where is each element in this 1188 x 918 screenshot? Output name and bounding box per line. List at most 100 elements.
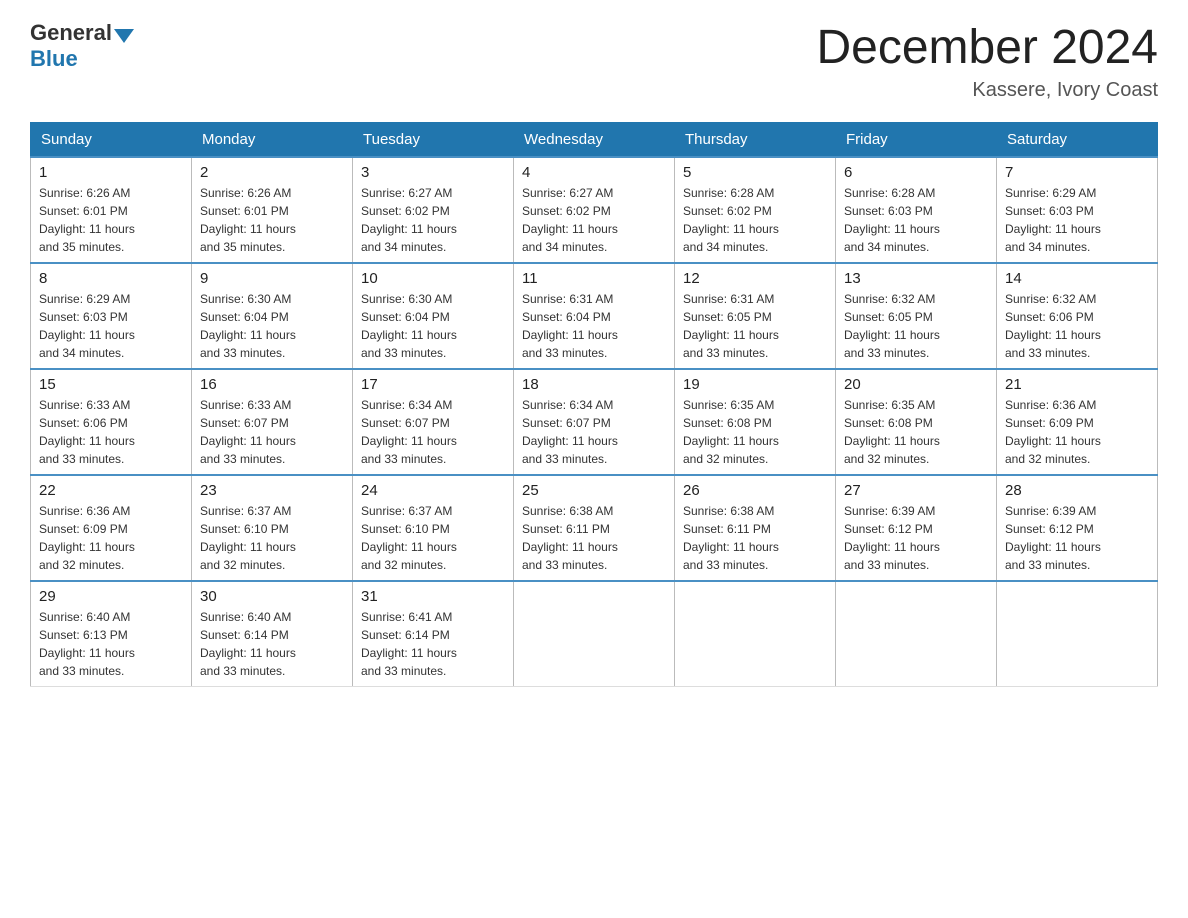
day-info: Sunrise: 6:30 AMSunset: 6:04 PMDaylight:… [361,290,505,362]
calendar-cell: 15 Sunrise: 6:33 AMSunset: 6:06 PMDayligh… [31,369,192,475]
page-header: General Blue December 2024 Kassere, Ivor… [30,20,1158,102]
day-number: 6 [844,164,988,181]
calendar-cell: 20 Sunrise: 6:35 AMSunset: 6:08 PMDayligh… [836,369,997,475]
logo: General Blue [30,20,136,72]
logo-blue-text: Blue [30,46,78,72]
day-number: 8 [39,270,183,287]
day-info: Sunrise: 6:37 AMSunset: 6:10 PMDaylight:… [361,502,505,574]
weekday-header-sunday: Sunday [31,123,192,158]
day-info: Sunrise: 6:34 AMSunset: 6:07 PMDaylight:… [522,396,666,468]
calendar-cell [514,581,675,687]
day-number: 21 [1005,376,1149,393]
calendar-cell: 17 Sunrise: 6:34 AMSunset: 6:07 PMDayligh… [353,369,514,475]
calendar-cell: 7 Sunrise: 6:29 AMSunset: 6:03 PMDaylight… [997,157,1158,263]
calendar-cell: 2Sunrise: 6:26 AMSunset: 6:01 PMDaylight… [192,157,353,263]
day-number: 17 [361,376,505,393]
day-info: Sunrise: 6:31 AMSunset: 6:05 PMDaylight:… [683,290,827,362]
day-number: 15 [39,376,183,393]
day-info: Sunrise: 6:36 AMSunset: 6:09 PMDaylight:… [1005,396,1149,468]
calendar-cell: 12 Sunrise: 6:31 AMSunset: 6:05 PMDayligh… [675,263,836,369]
day-number: 11 [522,270,666,287]
calendar-cell: 6 Sunrise: 6:28 AMSunset: 6:03 PMDaylight… [836,157,997,263]
logo-text: General [30,20,136,46]
calendar-cell: 31 Sunrise: 6:41 AMSunset: 6:14 PMDayligh… [353,581,514,687]
day-number: 16 [200,376,344,393]
day-number: 27 [844,482,988,499]
day-number: 2 [200,164,344,181]
calendar-body: 1Sunrise: 6:26 AMSunset: 6:01 PMDaylight… [31,157,1158,687]
calendar-cell: 18 Sunrise: 6:34 AMSunset: 6:07 PMDayligh… [514,369,675,475]
weekday-header-saturday: Saturday [997,123,1158,158]
day-info: Sunrise: 6:34 AMSunset: 6:07 PMDaylight:… [361,396,505,468]
day-info: Sunrise: 6:27 AMSunset: 6:02 PMDaylight:… [361,184,505,256]
day-info: Sunrise: 6:28 AMSunset: 6:03 PMDaylight:… [844,184,988,256]
calendar-cell: 10 Sunrise: 6:30 AMSunset: 6:04 PMDayligh… [353,263,514,369]
day-number: 30 [200,588,344,605]
day-info: Sunrise: 6:33 AMSunset: 6:07 PMDaylight:… [200,396,344,468]
month-title: December 2024 [816,20,1158,75]
day-number: 9 [200,270,344,287]
day-number: 25 [522,482,666,499]
day-info: Sunrise: 6:36 AMSunset: 6:09 PMDaylight:… [39,502,183,574]
calendar-week-1: 1Sunrise: 6:26 AMSunset: 6:01 PMDaylight… [31,157,1158,263]
calendar-cell: 19Sunrise: 6:35 AMSunset: 6:08 PMDayligh… [675,369,836,475]
calendar-cell: 21 Sunrise: 6:36 AMSunset: 6:09 PMDayligh… [997,369,1158,475]
weekday-header-monday: Monday [192,123,353,158]
day-number: 22 [39,482,183,499]
day-info: Sunrise: 6:37 AMSunset: 6:10 PMDaylight:… [200,502,344,574]
calendar-cell: 28Sunrise: 6:39 AMSunset: 6:12 PMDayligh… [997,475,1158,581]
calendar-cell: 3 Sunrise: 6:27 AMSunset: 6:02 PMDaylight… [353,157,514,263]
calendar-cell: 27Sunrise: 6:39 AMSunset: 6:12 PMDayligh… [836,475,997,581]
day-number: 10 [361,270,505,287]
day-info: Sunrise: 6:31 AMSunset: 6:04 PMDaylight:… [522,290,666,362]
day-number: 5 [683,164,827,181]
calendar-week-3: 15 Sunrise: 6:33 AMSunset: 6:06 PMDayligh… [31,369,1158,475]
title-area: December 2024 Kassere, Ivory Coast [816,20,1158,102]
calendar-cell: 14 Sunrise: 6:32 AMSunset: 6:06 PMDayligh… [997,263,1158,369]
day-number: 14 [1005,270,1149,287]
calendar-table: SundayMondayTuesdayWednesdayThursdayFrid… [30,122,1158,687]
day-number: 20 [844,376,988,393]
day-info: Sunrise: 6:40 AMSunset: 6:14 PMDaylight:… [200,608,344,680]
day-info: Sunrise: 6:41 AMSunset: 6:14 PMDaylight:… [361,608,505,680]
day-number: 24 [361,482,505,499]
logo-general-text: General [30,20,112,46]
day-number: 23 [200,482,344,499]
calendar-cell [836,581,997,687]
day-info: Sunrise: 6:35 AMSunset: 6:08 PMDaylight:… [844,396,988,468]
day-number: 13 [844,270,988,287]
day-info: Sunrise: 6:33 AMSunset: 6:06 PMDaylight:… [39,396,183,468]
day-info: Sunrise: 6:26 AMSunset: 6:01 PMDaylight:… [39,184,183,256]
day-number: 3 [361,164,505,181]
location-text: Kassere, Ivory Coast [816,79,1158,102]
day-number: 7 [1005,164,1149,181]
day-number: 18 [522,376,666,393]
logo-arrow-icon [114,29,134,43]
calendar-cell: 25 Sunrise: 6:38 AMSunset: 6:11 PMDayligh… [514,475,675,581]
calendar-cell: 11 Sunrise: 6:31 AMSunset: 6:04 PMDayligh… [514,263,675,369]
calendar-cell: 29 Sunrise: 6:40 AMSunset: 6:13 PMDayligh… [31,581,192,687]
day-info: Sunrise: 6:38 AMSunset: 6:11 PMDaylight:… [522,502,666,574]
calendar-week-2: 8 Sunrise: 6:29 AMSunset: 6:03 PMDaylight… [31,263,1158,369]
calendar-cell: 22 Sunrise: 6:36 AMSunset: 6:09 PMDayligh… [31,475,192,581]
day-info: Sunrise: 6:40 AMSunset: 6:13 PMDaylight:… [39,608,183,680]
calendar-cell: 5Sunrise: 6:28 AMSunset: 6:02 PMDaylight… [675,157,836,263]
day-number: 31 [361,588,505,605]
calendar-header: SundayMondayTuesdayWednesdayThursdayFrid… [31,123,1158,158]
day-info: Sunrise: 6:32 AMSunset: 6:05 PMDaylight:… [844,290,988,362]
calendar-cell: 4Sunrise: 6:27 AMSunset: 6:02 PMDaylight… [514,157,675,263]
day-info: Sunrise: 6:32 AMSunset: 6:06 PMDaylight:… [1005,290,1149,362]
day-number: 29 [39,588,183,605]
day-info: Sunrise: 6:38 AMSunset: 6:11 PMDaylight:… [683,502,827,574]
calendar-cell: 16 Sunrise: 6:33 AMSunset: 6:07 PMDayligh… [192,369,353,475]
day-number: 12 [683,270,827,287]
day-info: Sunrise: 6:29 AMSunset: 6:03 PMDaylight:… [39,290,183,362]
calendar-cell [675,581,836,687]
day-info: Sunrise: 6:30 AMSunset: 6:04 PMDaylight:… [200,290,344,362]
weekday-header-row: SundayMondayTuesdayWednesdayThursdayFrid… [31,123,1158,158]
day-info: Sunrise: 6:29 AMSunset: 6:03 PMDaylight:… [1005,184,1149,256]
day-number: 26 [683,482,827,499]
day-info: Sunrise: 6:27 AMSunset: 6:02 PMDaylight:… [522,184,666,256]
weekday-header-wednesday: Wednesday [514,123,675,158]
calendar-cell: 24 Sunrise: 6:37 AMSunset: 6:10 PMDayligh… [353,475,514,581]
